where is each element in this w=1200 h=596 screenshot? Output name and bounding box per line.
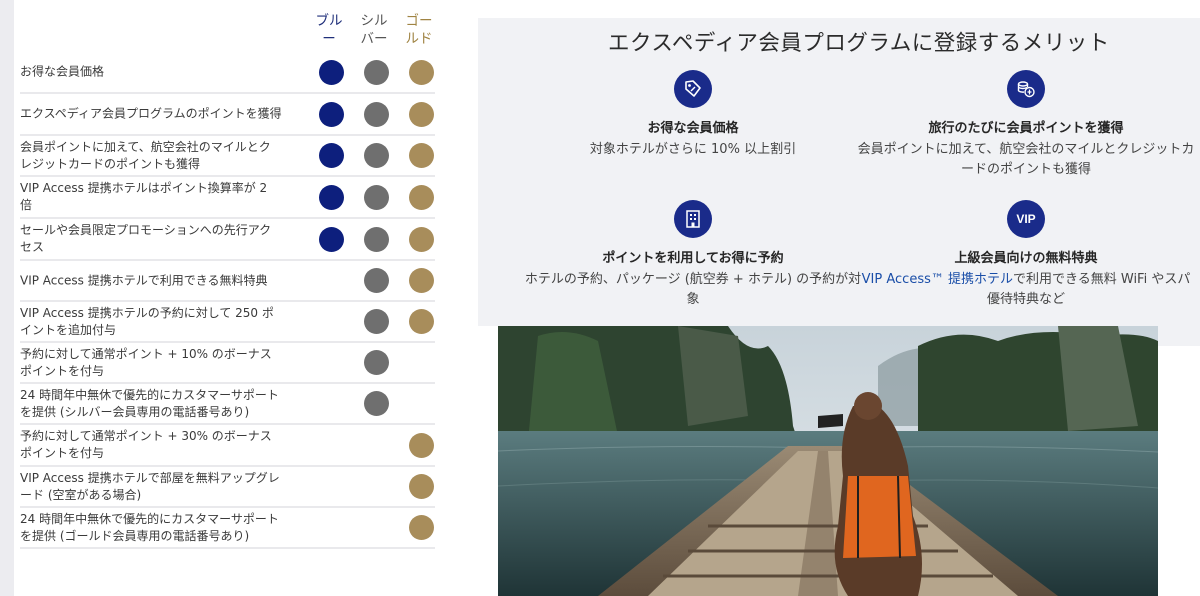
gold-tier-dot [409,474,434,499]
blue-tier-dot [319,184,344,210]
left-edge-bar [0,0,14,596]
tier-header-gold: ゴールド [405,13,433,47]
silver-tier-dot [364,184,389,210]
table-row: 会員ポイントに加えて、航空会社のマイルとクレジットカードのポイントも獲得 [20,136,435,177]
benefit-label: VIP Access 提携ホテルで利用できる無料特典 [20,273,268,287]
hero-photo-boat-lake [498,326,1158,596]
gold-tier-dot [409,268,434,293]
blue-tier-dot [319,101,344,127]
benefit-label: 予約に対して通常ポイント + 30% のボーナスポイントを付与 [20,429,272,460]
gold-tier-dot [409,101,434,127]
blue-tier-dot [319,226,344,252]
table-row: お得な会員価格 [20,52,435,94]
coins-icon [1007,70,1045,108]
benefit-label: エクスペディア会員プログラムのポイントを獲得 [20,106,282,121]
benefit-title: 上級会員向けの無料特典 [954,251,1098,266]
benefit-member-price: お得な会員価格 対象ホテルがさらに 10% 以上割引 [523,70,863,160]
table-row: セールや会員限定プロモーションへの先行アクセス [20,219,435,261]
price-tag-icon [674,70,712,108]
benefit-label: 会員ポイントに加えて、航空会社のマイルとクレジットカードのポイントも獲得 [20,139,271,171]
benefit-label: 24 時間年中無休で優先的にカスタマーサポートを提供 (ゴールド会員専用の電話番… [20,511,279,543]
gold-tier-dot [409,184,434,210]
gold-tier-dot [409,515,434,540]
table-row: VIP Access 提携ホテルで利用できる無料特典 [20,261,435,302]
benefit-title: お得な会員価格 [647,121,739,136]
gold-tier-dot [409,226,434,252]
table-row: 24 時間年中無休で優先的にカスタマーサポートを提供 (シルバー会員専用の電話番… [20,384,435,425]
benefit-label: 予約に対して通常ポイント + 10% のボーナスポイントを付与 [20,346,272,378]
table-row: 24 時間年中無休で優先的にカスタマーサポートを提供 (ゴールド会員専用の電話番… [20,508,435,549]
benefit-label: お得な会員価格 [20,64,105,79]
table-row: エクスペディア会員プログラムのポイントを獲得 [20,94,435,136]
table-row: VIP Access 提携ホテルはポイント換算率が 2 倍 [20,177,435,219]
silver-tier-dot [364,350,389,375]
benefit-label: 24 時間年中無休で優先的にカスタマーサポートを提供 (シルバー会員専用の電話番… [20,387,279,419]
panel-edge [1158,326,1200,346]
silver-tier-dot [364,309,389,334]
gold-tier-dot [409,432,434,458]
benefit-title: ポイントを利用してお得に予約 [602,251,784,266]
benefit-desc: 対象ホテルがさらに 10% 以上割引 [589,142,797,157]
benefit-vip-perks: VIP 上級会員向けの無料特典 VIP Access™ 提携ホテルで利用できる無… [856,200,1196,310]
benefit-label: セールや会員限定プロモーションへの先行アクセス [20,223,272,254]
benefit-label: VIP Access 提携ホテルはポイント換算率が 2 倍 [20,181,268,212]
benefit-label: VIP Access 提携ホテルの予約に対して 250 ポイントを追加付与 [20,305,274,337]
benefit-use-points: ポイントを利用してお得に予約 ホテルの予約、パッケージ (航空券 + ホテル) … [523,200,863,310]
benefits-title: エクスペディア会員プログラムに登録するメリット [608,31,1110,56]
silver-tier-dot [364,101,389,127]
table-row: VIP Access 提携ホテルの予約に対して 250 ポイントを追加付与 [20,302,435,343]
blue-tier-dot [319,143,344,168]
gold-tier-dot [409,143,434,168]
benefit-title: 旅行のたびに会員ポイントを獲得 [928,121,1124,136]
table-row: 予約に対して通常ポイント + 30% のボーナスポイントを付与 [20,425,435,467]
vip-access-link[interactable]: VIP Access™ 提携ホテル [862,272,1013,287]
tier-header-silver: シルバー [360,13,388,47]
benefit-desc: ホテルの予約、パッケージ (航空券 + ホテル) の予約が対象 [524,272,862,307]
tier-header-blue: ブルー [315,13,343,47]
benefit-desc: VIP Access™ 提携ホテルで利用できる無料 WiFi やスパ優待特典など [861,272,1191,307]
photo-illustration [498,326,1158,596]
benefits-panel: エクスペディア会員プログラムに登録するメリット お得な会員価格 対象ホテルがさら… [478,18,1200,326]
table-row: VIP Access 提携ホテルで部屋を無料アップグレード (空室がある場合) [20,467,435,508]
benefit-earn-points: 旅行のたびに会員ポイントを獲得 会員ポイントに加えて、航空会社のマイルとクレジッ… [856,70,1196,180]
benefit-label: VIP Access 提携ホテルで部屋を無料アップグレード (空室がある場合) [20,470,280,502]
silver-tier-dot [364,59,389,85]
blue-tier-dot [319,59,344,85]
silver-tier-dot [364,391,389,416]
silver-tier-dot [364,143,389,168]
hotel-building-icon [674,200,712,238]
silver-tier-dot [364,268,389,293]
silver-tier-dot [364,226,389,252]
vip-icon: VIP [1007,200,1045,238]
gold-tier-dot [409,59,434,85]
benefit-desc: 会員ポイントに加えて、航空会社のマイルとクレジットカードのポイントも獲得 [857,142,1195,177]
table-row: 予約に対して通常ポイント + 10% のボーナスポイントを付与 [20,343,435,384]
gold-tier-dot [409,309,434,334]
